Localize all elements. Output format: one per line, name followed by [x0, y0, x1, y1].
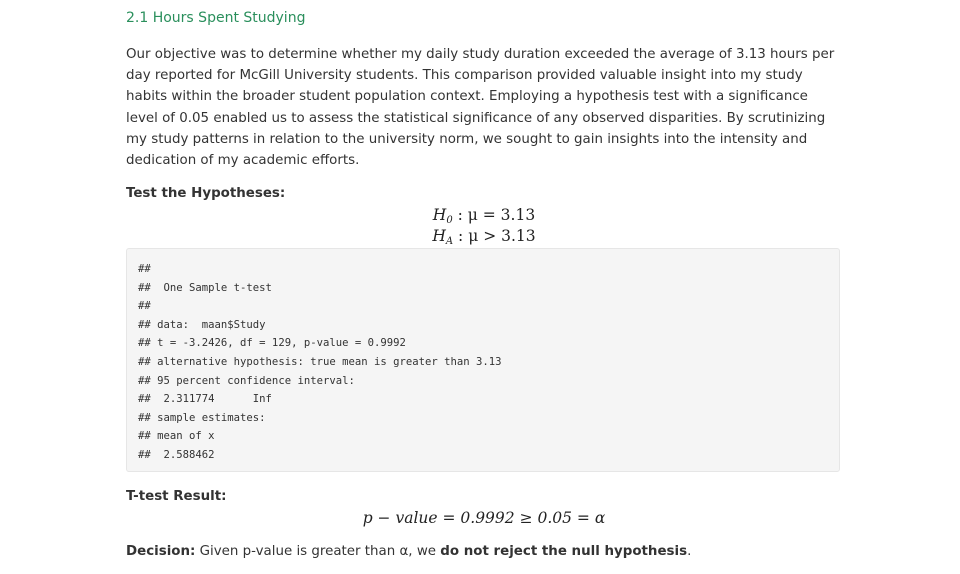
- h0-symbol: H: [432, 206, 447, 224]
- decision-end: .: [687, 544, 692, 559]
- section-heading: 2.1 Hours Spent Studying: [126, 10, 306, 26]
- ha-relation: : μ > 3.13: [453, 227, 536, 245]
- code-line: ## 95 percent confidence interval:: [138, 374, 355, 387]
- null-hypothesis: H0 : μ = 3.13: [126, 205, 842, 226]
- objective-paragraph: Our objective was to determine whether m…: [126, 47, 835, 169]
- h0-relation: : μ = 3.13: [452, 206, 536, 224]
- decision-statement: Decision: Given p-value is greater than …: [126, 544, 691, 559]
- code-line: ## mean of x: [138, 430, 215, 443]
- ttest-result-label: T-test Result:: [126, 489, 227, 504]
- code-line: ## alternative hypothesis: true mean is …: [138, 355, 502, 368]
- p-value-formula-text: p − value = 0.9992 ≥ 0.05 = α: [362, 509, 606, 527]
- decision-label: Decision:: [126, 544, 196, 559]
- code-line: ## One Sample t-test: [138, 281, 272, 294]
- hypotheses-label: Test the Hypotheses:: [126, 186, 286, 201]
- decision-emphasis: do not reject the null hypothesis: [440, 544, 688, 559]
- code-line: ## data: maan$Study: [138, 318, 266, 331]
- ha-symbol: H: [432, 227, 446, 245]
- code-line: ## sample estimates:: [138, 411, 266, 424]
- decision-text: Given p-value is greater than α, we: [195, 544, 441, 559]
- code-line: ##: [138, 300, 151, 313]
- code-line: ## 2.588462: [138, 448, 215, 461]
- alternative-hypothesis: HA : μ > 3.13: [126, 226, 842, 247]
- code-line: ## 2.311774 Inf: [138, 393, 272, 406]
- p-value-formula: p − value = 0.9992 ≥ 0.05 = α: [126, 508, 842, 529]
- r-output-block: ## ## One Sample t-test ## ## data: maan$St…: [126, 248, 840, 472]
- code-line: ## t = -3.2426, df = 129, p-value = 0.99…: [138, 337, 406, 350]
- code-line: ##: [138, 263, 151, 275]
